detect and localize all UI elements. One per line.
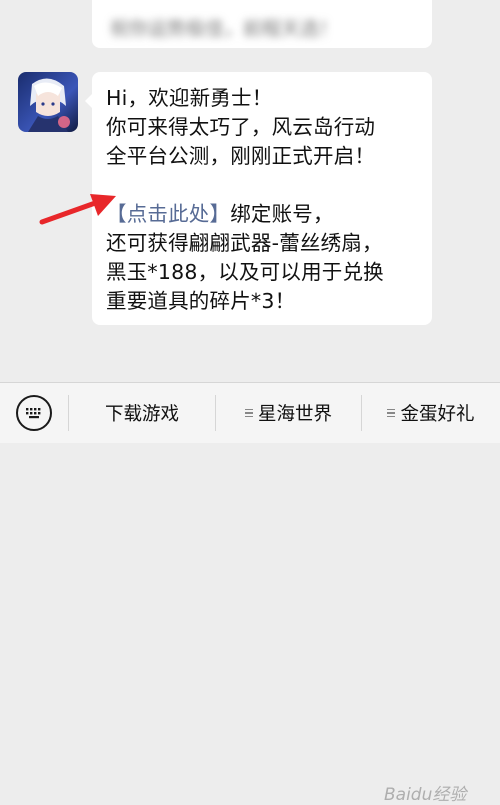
chat-area: 祝你运势极佳，前程天选！ Hi，欢迎新勇士！ 你可来得太巧了，风云岛行动 全平台… [0, 0, 500, 382]
message-line-2: 你可来得太巧了，风云岛行动 [106, 115, 376, 139]
keyboard-toggle-button[interactable] [0, 383, 68, 443]
menu-item-star-world[interactable]: 星海世界 [216, 383, 361, 443]
message-line-3: 全平台公测，刚刚正式开启！ [106, 144, 376, 168]
message-line-1: Hi，欢迎新勇士！ [106, 86, 273, 110]
red-arrow-icon [39, 194, 116, 225]
message-line-4-rest: 绑定账号， [230, 202, 334, 226]
baidu-watermark: Baidu经验 [384, 785, 467, 805]
bind-account-link[interactable]: 【点击此处】 [106, 202, 230, 226]
welcome-message-bubble: Hi，欢迎新勇士！ 你可来得太巧了，风云岛行动 全平台公测，刚刚正式开启！ 【点… [85, 72, 432, 325]
submenu-icon [244, 407, 253, 420]
menu-item-label: 下载游戏 [104, 404, 179, 425]
message-line-7: 重要道具的碎片*3！ [106, 289, 296, 313]
avatar[interactable] [18, 72, 78, 132]
menu-item-download-game[interactable]: 下载游戏 [69, 383, 215, 443]
message-line-4: 【点击此处】绑定账号， [106, 200, 422, 229]
avatar-image [18, 72, 78, 132]
bottom-menu-bar: 下载游戏 星海世界 金蛋好礼 Baidu经验 [0, 382, 500, 805]
previous-message-bubble: 祝你运势极佳，前程天选！ [92, 0, 432, 48]
keyboard-icon [16, 395, 52, 431]
submenu-icon [387, 407, 396, 420]
previous-message-text: 祝你运势极佳，前程天选！ [110, 18, 339, 40]
menu-item-label: 金蛋好礼 [400, 404, 475, 425]
menu-item-label: 星海世界 [257, 404, 332, 425]
menu-item-golden-egg[interactable]: 金蛋好礼 [362, 383, 500, 443]
message-line-5: 还可获得翩翩武器-蕾丝绣扇， [106, 231, 383, 255]
message-line-6: 黑玉*188，以及可以用于兑换 [106, 260, 384, 284]
